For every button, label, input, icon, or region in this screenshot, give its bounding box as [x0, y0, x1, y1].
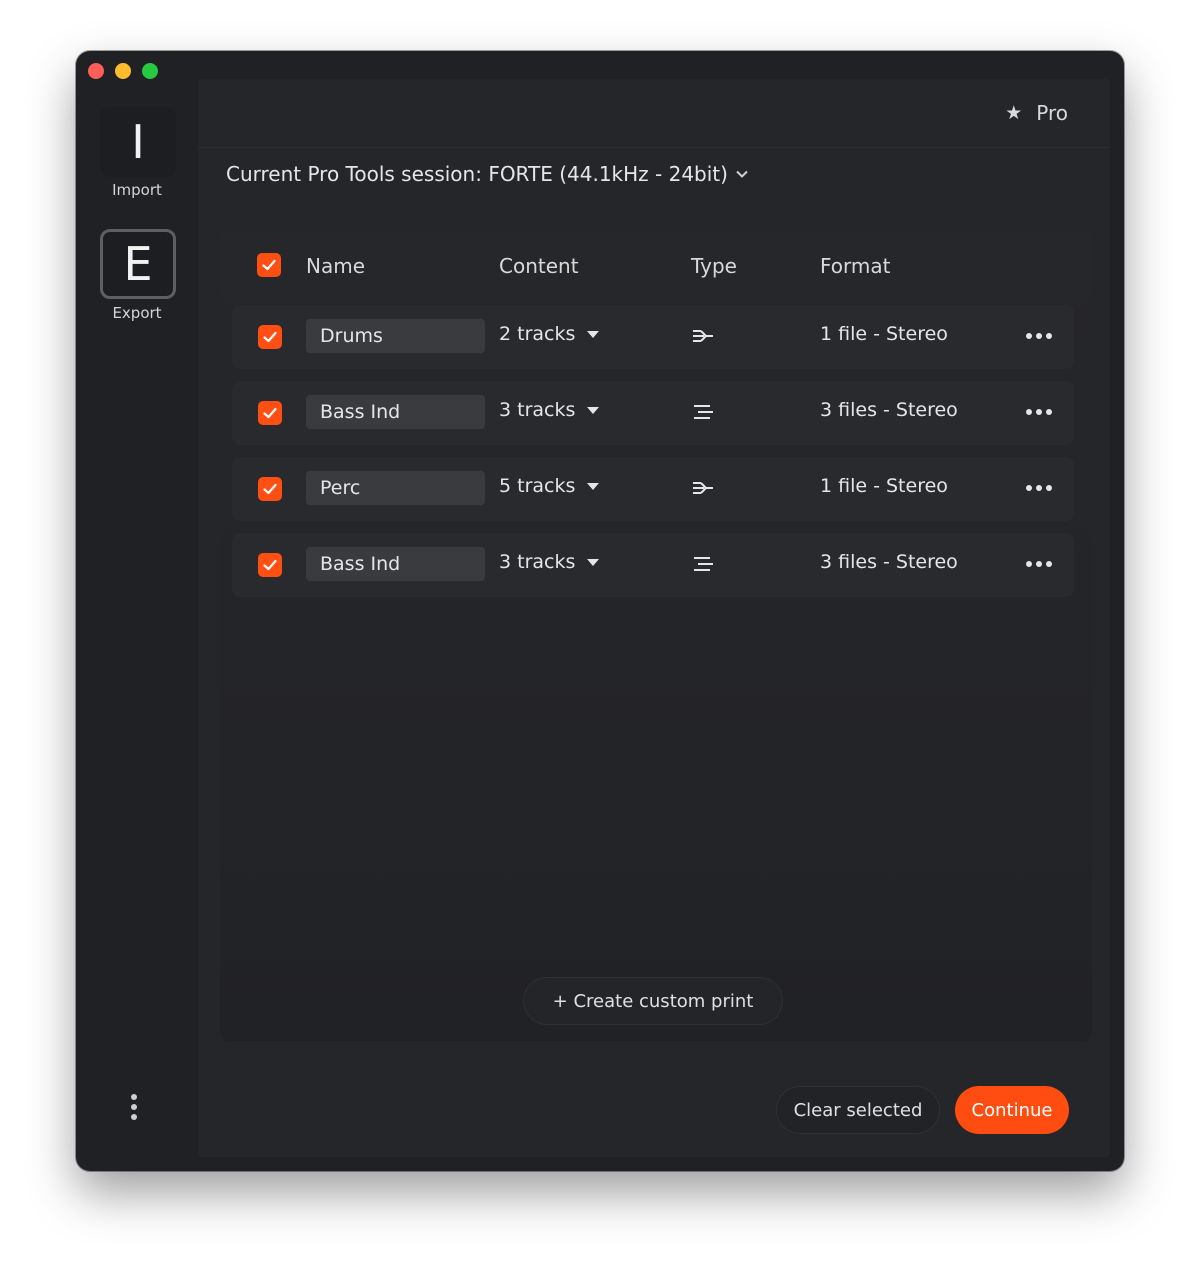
column-header-format: Format — [820, 254, 891, 278]
name-input[interactable]: Drums — [306, 319, 485, 353]
column-header-type: Type — [691, 254, 737, 278]
vertical-dots-menu-icon[interactable] — [126, 1094, 142, 1120]
import-label: Import — [112, 181, 162, 199]
star-icon: ★ — [1005, 102, 1023, 124]
check-icon — [262, 259, 276, 271]
row-checkbox[interactable] — [258, 401, 282, 425]
row-checkbox[interactable] — [258, 325, 282, 349]
more-options-icon[interactable] — [1026, 399, 1052, 425]
format-label: 3 files - Stereo — [820, 399, 958, 421]
name-input[interactable]: Bass Ind — [306, 547, 485, 581]
table-row: Bass Ind 3 tracks 3 files - Stereo — [232, 381, 1074, 445]
content-label: 3 tracks — [499, 399, 576, 421]
lines-split-icon — [692, 555, 714, 573]
content-label: 5 tracks — [499, 475, 576, 497]
content-dropdown[interactable]: 3 tracks — [499, 551, 600, 573]
caret-down-icon — [587, 558, 600, 566]
check-icon — [263, 331, 277, 343]
prints-panel: Name Content Type Format Drums 2 tracks 1 … — [220, 231, 1092, 1041]
table-row: Drums 2 tracks 1 file - Stereo — [232, 305, 1074, 369]
format-label: 3 files - Stereo — [820, 551, 958, 573]
check-icon — [263, 559, 277, 571]
table-row: Perc 5 tracks 1 file - Stereo — [232, 457, 1074, 521]
export-label: Export — [112, 304, 162, 322]
name-input[interactable]: Bass Ind — [306, 395, 485, 429]
column-header-name: Name — [306, 254, 366, 278]
export-button[interactable]: E — [100, 229, 176, 299]
caret-down-icon — [587, 482, 600, 490]
continue-button[interactable]: Continue — [955, 1086, 1069, 1134]
pro-button[interactable]: ★ Pro — [1005, 101, 1068, 125]
caret-down-icon — [587, 330, 600, 338]
header-divider — [198, 147, 1110, 148]
chevron-down-icon — [736, 170, 748, 178]
table-row: Bass Ind 3 tracks 3 files - Stereo — [232, 533, 1074, 597]
check-icon — [263, 483, 277, 495]
caret-down-icon — [587, 406, 600, 414]
pro-label: Pro — [1036, 101, 1068, 125]
content-dropdown[interactable]: 5 tracks — [499, 475, 600, 497]
lines-split-icon — [692, 403, 714, 421]
content-label: 3 tracks — [499, 551, 576, 573]
more-options-icon[interactable] — [1026, 551, 1052, 577]
session-label: Current Pro Tools session: FORTE (44.1kH… — [226, 162, 728, 186]
row-checkbox[interactable] — [258, 477, 282, 501]
select-all-checkbox[interactable] — [257, 253, 281, 277]
main-area: ★ Pro Current Pro Tools session: FORTE (… — [198, 79, 1110, 1157]
content-dropdown[interactable]: 2 tracks — [499, 323, 600, 345]
more-options-icon[interactable] — [1026, 475, 1052, 501]
row-checkbox[interactable] — [258, 553, 282, 577]
session-selector[interactable]: Current Pro Tools session: FORTE (44.1kH… — [226, 162, 748, 186]
create-custom-print-button[interactable]: + Create custom print — [523, 977, 783, 1025]
arrow-merge-icon — [692, 479, 714, 497]
name-input[interactable]: Perc — [306, 471, 485, 505]
format-label: 1 file - Stereo — [820, 323, 948, 345]
app-window: I Import E Export ★ Pro Current Pro Tool… — [76, 51, 1124, 1171]
format-label: 1 file - Stereo — [820, 475, 948, 497]
content-dropdown[interactable]: 3 tracks — [499, 399, 600, 421]
column-header-content: Content — [499, 254, 579, 278]
content-label: 2 tracks — [499, 323, 576, 345]
check-icon — [263, 407, 277, 419]
sidebar: I Import E Export — [76, 51, 198, 1171]
clear-selected-button[interactable]: Clear selected — [776, 1086, 940, 1134]
more-options-icon[interactable] — [1026, 323, 1052, 349]
arrow-merge-icon — [692, 327, 714, 345]
import-button[interactable]: I — [100, 107, 176, 177]
